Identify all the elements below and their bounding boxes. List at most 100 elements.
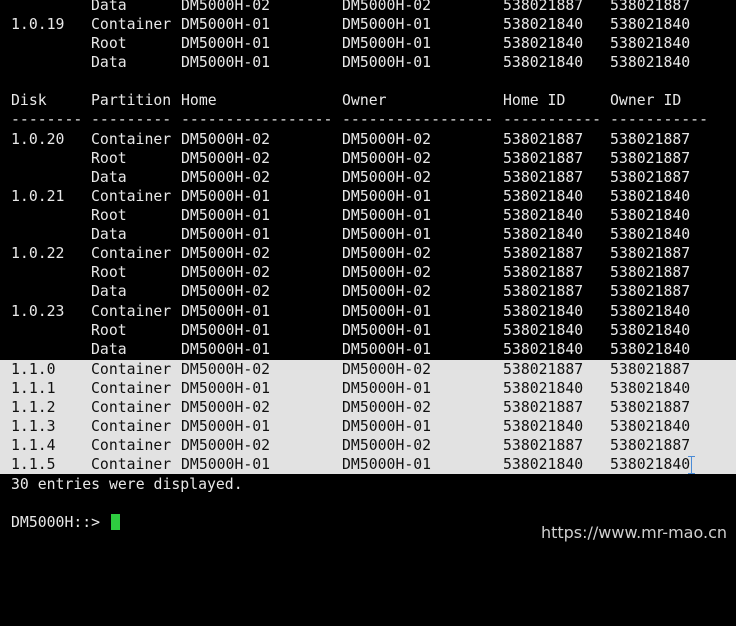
home-cell: DM5000H-01 xyxy=(181,303,271,320)
selected-table-row[interactable]: 1.1.5 Container DM5000H-01 DM5000H-01 53… xyxy=(0,455,736,474)
partition-cell: Data xyxy=(91,226,127,243)
home-id-cell: 538021840 xyxy=(503,188,584,205)
disk-cell: 1.1.5 xyxy=(11,456,56,473)
home-id-cell: 538021840 xyxy=(503,322,584,339)
owner-cell: DM5000H-02 xyxy=(342,437,432,454)
home-id-cell: 538021840 xyxy=(503,35,584,52)
home-cell: DM5000H-01 xyxy=(181,322,271,339)
table-row: 1.0.22 Container DM5000H-02 DM5000H-02 5… xyxy=(0,244,736,263)
table-row: Root DM5000H-01 DM5000H-01 538021840 538… xyxy=(0,206,736,225)
owner-id-cell: 538021887 xyxy=(610,169,691,186)
owner-id-cell: 538021887 xyxy=(610,283,691,300)
home-cell: DM5000H-01 xyxy=(181,380,271,397)
header-separator: -------- --------- ----------------- ---… xyxy=(0,110,736,129)
home-cell: DM5000H-01 xyxy=(181,188,271,205)
partition-cell: Data xyxy=(91,283,127,300)
partition-cell: Container xyxy=(91,188,172,205)
table-row: Root DM5000H-01 DM5000H-01 538021840 538… xyxy=(0,34,736,53)
home-id-cell: 538021840 xyxy=(503,226,584,243)
owner-id-cell: 538021840 xyxy=(610,456,691,473)
partition-cell: Container xyxy=(91,303,172,320)
table-header: Disk Partition Home Owner Home ID Owner … xyxy=(0,91,736,110)
separator-home-id: ----------- xyxy=(503,111,601,128)
home-id-cell: 538021887 xyxy=(503,264,584,281)
partition-cell: Root xyxy=(91,264,127,281)
selected-table-row[interactable]: 1.1.3 Container DM5000H-01 DM5000H-01 53… xyxy=(0,417,736,436)
partition-cell: Container xyxy=(91,456,172,473)
text-cursor-icon xyxy=(688,456,696,474)
owner-id-cell: 538021887 xyxy=(610,245,691,262)
owner-cell: DM5000H-02 xyxy=(342,264,432,281)
home-cell: DM5000H-01 xyxy=(181,418,271,435)
terminal-window[interactable]: Data DM5000H-02 DM5000H-02 538021887 538… xyxy=(0,0,736,549)
owner-id-cell: 538021840 xyxy=(610,16,691,33)
separator-disk: -------- xyxy=(11,111,83,128)
table-row: Data DM5000H-01 DM5000H-01 538021840 538… xyxy=(0,225,736,244)
owner-cell: DM5000H-01 xyxy=(342,341,432,358)
selected-table-row[interactable]: 1.1.4 Container DM5000H-02 DM5000H-02 53… xyxy=(0,436,736,455)
table-row: Data DM5000H-02 DM5000H-02 538021887 538… xyxy=(0,168,736,187)
column-header-partition: Partition xyxy=(91,92,172,109)
owner-cell: DM5000H-02 xyxy=(342,399,432,416)
home-id-cell: 538021887 xyxy=(503,0,584,14)
prompt-text: DM5000H::> xyxy=(11,514,101,531)
partition-cell: Root xyxy=(91,322,127,339)
owner-cell: DM5000H-01 xyxy=(342,35,432,52)
owner-cell: DM5000H-02 xyxy=(342,131,432,148)
partition-cell: Root xyxy=(91,35,127,52)
summary-text: 30 entries were displayed. xyxy=(11,476,243,493)
owner-cell: DM5000H-02 xyxy=(342,283,432,300)
home-id-cell: 538021840 xyxy=(503,418,584,435)
owner-id-cell: 538021887 xyxy=(610,399,691,416)
partition-cell: Data xyxy=(91,0,127,14)
home-cell: DM5000H-01 xyxy=(181,456,271,473)
owner-cell: DM5000H-02 xyxy=(342,245,432,262)
home-id-cell: 538021840 xyxy=(503,456,584,473)
home-id-cell: 538021887 xyxy=(503,245,584,262)
selected-table-row[interactable]: 1.1.1 Container DM5000H-01 DM5000H-01 53… xyxy=(0,379,736,398)
owner-id-cell: 538021840 xyxy=(610,380,691,397)
owner-id-cell: 538021840 xyxy=(610,418,691,435)
selected-table-row[interactable]: 1.1.2 Container DM5000H-02 DM5000H-02 53… xyxy=(0,398,736,417)
owner-id-cell: 538021840 xyxy=(610,207,691,224)
column-header-home: Home xyxy=(181,92,217,109)
partition-cell: Data xyxy=(91,54,127,71)
disk-cell: 1.0.20 xyxy=(11,131,65,148)
home-cell: DM5000H-01 xyxy=(181,54,271,71)
home-id-cell: 538021887 xyxy=(503,150,584,167)
home-cell: DM5000H-02 xyxy=(181,150,271,167)
home-cell: DM5000H-01 xyxy=(181,207,271,224)
partition-cell: Container xyxy=(91,399,172,416)
cursor-icon xyxy=(111,514,121,530)
home-id-cell: 538021840 xyxy=(503,303,584,320)
selected-table-row[interactable]: 1.1.0 Container DM5000H-02 DM5000H-02 53… xyxy=(0,360,736,379)
owner-cell: DM5000H-01 xyxy=(342,16,432,33)
home-cell: DM5000H-02 xyxy=(181,264,271,281)
home-id-cell: 538021887 xyxy=(503,131,584,148)
partition-cell: Container xyxy=(91,131,172,148)
table-row: 1.0.19 Container DM5000H-01 DM5000H-01 5… xyxy=(0,15,736,34)
home-id-cell: 538021840 xyxy=(503,380,584,397)
disk-cell: 1.0.19 xyxy=(11,16,65,33)
watermark: https://www.mr-mao.cn xyxy=(537,522,730,543)
column-header-home-id: Home ID xyxy=(503,92,566,109)
partition-cell: Data xyxy=(91,169,127,186)
table-row: 1.0.21 Container DM5000H-01 DM5000H-01 5… xyxy=(0,187,736,206)
partition-cell: Container xyxy=(91,380,172,397)
prompt-line[interactable]: DM5000H::> xyxy=(11,513,121,532)
home-id-cell: 538021840 xyxy=(503,54,584,71)
owner-cell: DM5000H-01 xyxy=(342,54,432,71)
owner-id-cell: 538021840 xyxy=(610,341,691,358)
table-row: Root DM5000H-02 DM5000H-02 538021887 538… xyxy=(0,149,736,168)
separator-owner: ----------------- xyxy=(342,111,494,128)
partition-cell: Root xyxy=(91,150,127,167)
home-cell: DM5000H-01 xyxy=(181,226,271,243)
partition-cell: Container xyxy=(91,245,172,262)
owner-id-cell: 538021840 xyxy=(610,303,691,320)
table-row: Root DM5000H-02 DM5000H-02 538021887 538… xyxy=(0,263,736,282)
column-header-owner: Owner xyxy=(342,92,387,109)
partition-cell: Container xyxy=(91,361,172,378)
home-cell: DM5000H-02 xyxy=(181,0,271,14)
owner-id-cell: 538021840 xyxy=(610,188,691,205)
owner-cell: DM5000H-01 xyxy=(342,303,432,320)
